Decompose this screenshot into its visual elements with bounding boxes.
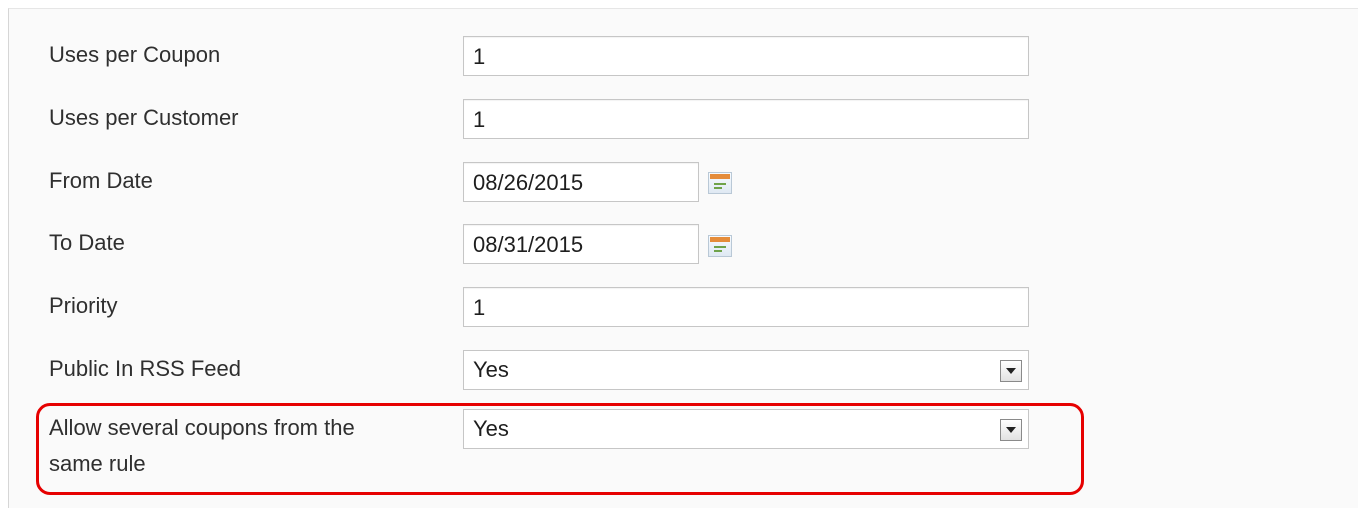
priority-value: 1 bbox=[473, 295, 486, 320]
priority-label: Priority bbox=[49, 293, 118, 318]
to-date-input[interactable]: 08/31/2015 bbox=[463, 224, 699, 264]
to-date-value: 08/31/2015 bbox=[473, 232, 584, 257]
uses-per-customer-value: 1 bbox=[473, 107, 486, 132]
public-rss-select[interactable]: Yes bbox=[463, 350, 1029, 390]
from-date-value: 08/26/2015 bbox=[473, 170, 584, 195]
highlight-box bbox=[36, 403, 1084, 495]
uses-per-customer-label: Uses per Customer bbox=[49, 105, 239, 130]
uses-per-customer-input[interactable]: 1 bbox=[463, 99, 1029, 139]
uses-per-coupon-input[interactable]: 1 bbox=[463, 36, 1029, 76]
uses-per-coupon-label: Uses per Coupon bbox=[49, 42, 221, 67]
public-rss-value: Yes bbox=[473, 357, 509, 382]
page: Uses per Coupon 1 Uses per Customer 1 Fr… bbox=[0, 0, 1358, 508]
priority-input[interactable]: 1 bbox=[463, 287, 1029, 327]
public-rss-label: Public In RSS Feed bbox=[49, 356, 241, 381]
to-date-label: To Date bbox=[49, 230, 125, 255]
from-date-input[interactable]: 08/26/2015 bbox=[463, 162, 699, 202]
from-date-label: From Date bbox=[49, 168, 153, 193]
chevron-down-icon[interactable] bbox=[1000, 360, 1022, 382]
uses-per-coupon-value: 1 bbox=[473, 44, 486, 69]
from-date-calendar-icon[interactable] bbox=[708, 172, 732, 194]
to-date-calendar-icon[interactable] bbox=[708, 235, 732, 257]
